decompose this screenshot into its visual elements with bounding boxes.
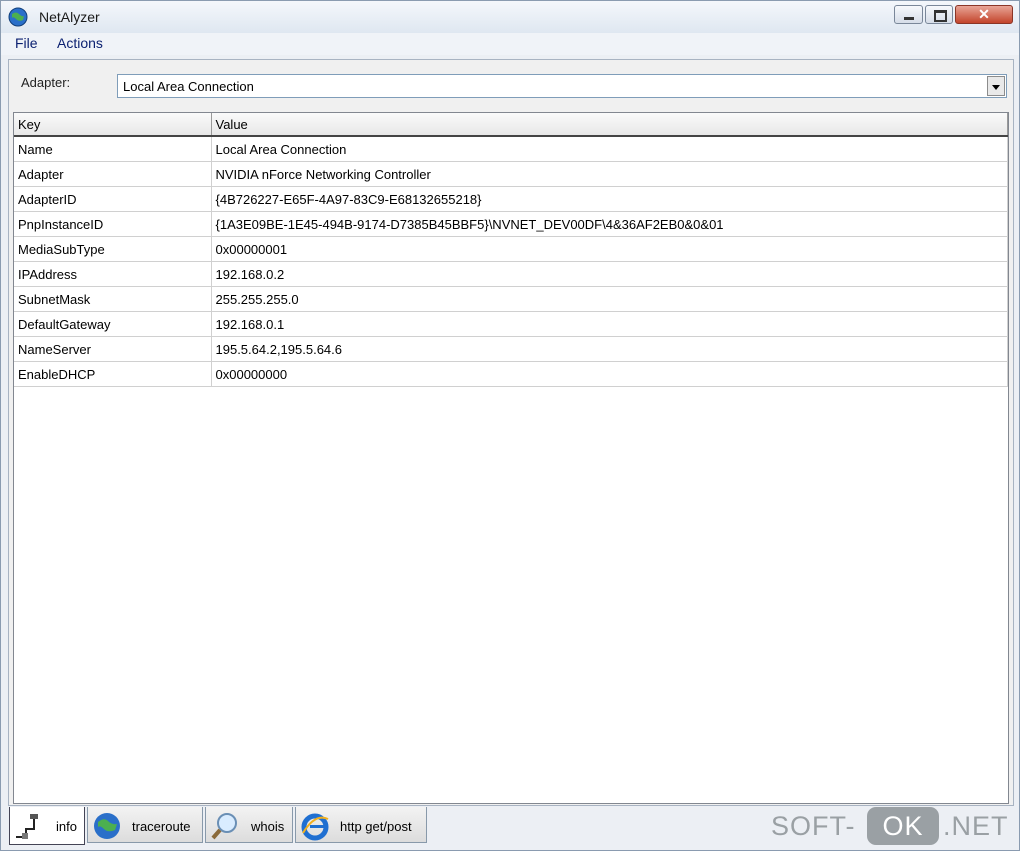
tab-http-get-post-label: http get/post — [340, 819, 412, 834]
adapter-dropdown[interactable]: Local Area Connection — [117, 74, 1007, 98]
row-key: AdapterID — [14, 186, 212, 212]
watermark-part1: SOFT- — [771, 811, 856, 841]
row-value: 192.168.0.1 — [211, 311, 1008, 337]
row-value: 0x00000001 — [211, 236, 1008, 262]
menu-file[interactable]: File — [15, 35, 38, 51]
row-key: NameServer — [14, 336, 212, 362]
title-bar[interactable]: NetAlyzer ✕ — [1, 1, 1019, 33]
globe-icon — [8, 7, 28, 27]
row-key: MediaSubType — [14, 236, 212, 262]
close-icon: ✕ — [978, 6, 990, 22]
adapter-label: Adapter: — [21, 75, 71, 90]
row-value: 0x00000000 — [211, 361, 1008, 387]
magnifier-icon — [211, 813, 237, 840]
row-key: SubnetMask — [14, 286, 212, 312]
table-row[interactable]: MediaSubType 0x00000001 — [14, 236, 1008, 262]
table-row[interactable]: Adapter NVIDIA nForce Networking Controll… — [14, 161, 1008, 187]
table-row[interactable]: Name Local Area Connection — [14, 136, 1008, 162]
table-row[interactable]: IPAddress 192.168.0.2 — [14, 261, 1008, 287]
row-key: PnpInstanceID — [14, 211, 212, 237]
tab-info-label: info — [56, 819, 77, 834]
tab-traceroute[interactable]: traceroute — [87, 807, 203, 843]
row-key: Name — [14, 136, 212, 162]
properties-table[interactable]: Key Value Name Local Area Connection Adap… — [13, 112, 1009, 804]
window-title: NetAlyzer — [39, 9, 100, 25]
row-value: 195.5.64.2,195.5.64.6 — [211, 336, 1008, 362]
row-value: NVIDIA nForce Networking Controller — [211, 161, 1008, 187]
row-value: Local Area Connection — [211, 136, 1008, 162]
tab-http-get-post[interactable]: http get/post — [295, 807, 427, 843]
tab-whois-label: whois — [251, 819, 285, 834]
tab-info[interactable]: info — [9, 807, 85, 845]
minimize-button[interactable] — [894, 5, 923, 24]
row-value: {1A3E09BE-1E45-494B-9174-D7385B45BBF5}\N… — [211, 211, 1008, 237]
row-value: 255.255.255.0 — [211, 286, 1008, 312]
info-panel: Adapter: Local Area Connection Key Value… — [8, 59, 1014, 806]
row-value: {4B726227-E65F-4A97-83C9-E68132655218} — [211, 186, 1008, 212]
tab-whois[interactable]: whois — [205, 807, 293, 843]
app-window: NetAlyzer ✕ File Actions Adapter: Local … — [0, 0, 1020, 851]
watermark-part2: OK — [867, 807, 939, 845]
network-plug-icon — [16, 814, 38, 839]
table-row[interactable]: SubnetMask 255.255.255.0 — [14, 286, 1008, 312]
table-row[interactable]: AdapterID {4B726227-E65F-4A97-83C9-E68132… — [14, 186, 1008, 212]
row-key: IPAddress — [14, 261, 212, 287]
adapter-selected-value: Local Area Connection — [123, 79, 254, 94]
row-key: DefaultGateway — [14, 311, 212, 337]
table-row[interactable]: PnpInstanceID {1A3E09BE-1E45-494B-9174-D7… — [14, 211, 1008, 237]
chevron-down-icon[interactable] — [987, 76, 1005, 96]
tab-traceroute-label: traceroute — [132, 819, 191, 834]
close-button[interactable]: ✕ — [955, 5, 1013, 24]
table-row[interactable]: DefaultGateway 192.168.0.1 — [14, 311, 1008, 337]
globe-icon — [94, 813, 120, 839]
table-row[interactable]: EnableDHCP 0x00000000 — [14, 361, 1008, 387]
menu-bar: File Actions — [1, 33, 1019, 55]
row-key: Adapter — [14, 161, 212, 187]
table-header: Key Value — [14, 113, 1008, 137]
row-key: EnableDHCP — [14, 361, 212, 387]
ie-icon — [301, 813, 329, 841]
row-value: 192.168.0.2 — [211, 261, 1008, 287]
column-header-key[interactable]: Key — [14, 113, 212, 137]
watermark-part3: .NET — [943, 811, 1009, 841]
maximize-button[interactable] — [925, 5, 953, 24]
menu-actions[interactable]: Actions — [57, 35, 103, 51]
table-row[interactable]: NameServer 195.5.64.2,195.5.64.6 — [14, 336, 1008, 362]
column-header-value[interactable]: Value — [211, 113, 1008, 137]
